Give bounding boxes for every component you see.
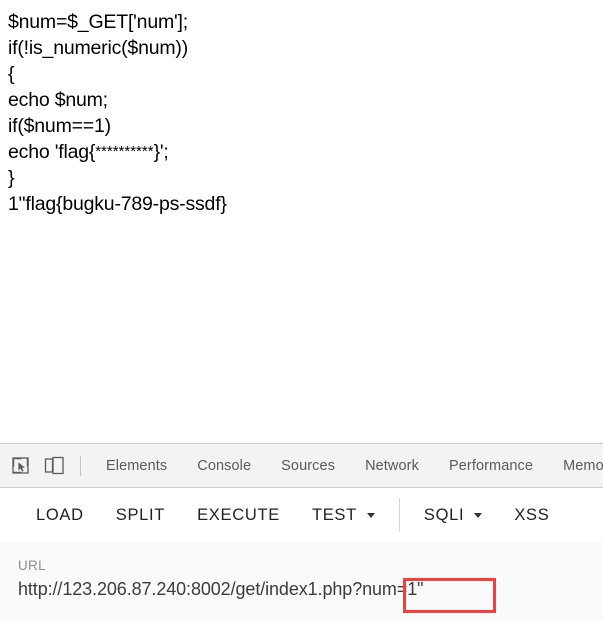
hackbar-load-label: LOAD — [36, 505, 84, 524]
inspect-element-icon[interactable] — [6, 452, 34, 480]
code-line: if($num==1) — [8, 115, 111, 137]
code-flag-mask: ********** — [95, 143, 154, 160]
devtools-tab-network[interactable]: Network — [350, 458, 434, 474]
devtools-tab-sources[interactable]: Sources — [266, 458, 350, 474]
toolbar-divider — [80, 455, 81, 476]
code-line: echo $num; — [8, 89, 108, 111]
code-line-flag-result: 1"flag{bugku-789-ps-ssdf} — [8, 193, 227, 215]
devtools-tab-memory[interactable]: Memory — [548, 458, 603, 474]
hackbar-xss-button[interactable]: XSS — [498, 506, 565, 525]
hackbar-split-label: SPLIT — [115, 505, 166, 524]
hackbar-url-panel: URL http://123.206.87.240:8002/get/index… — [0, 542, 603, 620]
devtools-tab-performance[interactable]: Performance — [434, 458, 548, 474]
hackbar-xss-label: XSS — [514, 505, 550, 524]
hackbar-sqli-button[interactable]: SQLI — [408, 506, 498, 525]
code-line: if(!is_numeric($num)) — [8, 37, 189, 59]
hackbar-load-button[interactable]: LOAD — [20, 506, 100, 525]
code-line: } — [8, 167, 15, 189]
chevron-down-icon — [366, 512, 375, 518]
browser-page-content: $num=$_GET['num']; if(!is_numeric($num))… — [0, 0, 603, 443]
hackbar-split-button[interactable]: SPLIT — [100, 506, 181, 525]
code-line-flag-masked: echo 'flag{**********}'; — [8, 139, 603, 165]
devtools-tab-bar: Elements Console Sources Network Perform… — [0, 443, 603, 488]
url-input[interactable]: http://123.206.87.240:8002/get/index1.ph… — [18, 579, 603, 600]
toolbar-divider — [398, 498, 400, 532]
hackbar-sqli-label: SQLI — [423, 505, 465, 524]
code-flag-prefix: echo 'flag{ — [8, 141, 96, 163]
code-flag-suffix: }'; — [153, 141, 169, 163]
hackbar-execute-label: EXECUTE — [197, 505, 280, 524]
devtools-tab-elements[interactable]: Elements — [91, 458, 182, 474]
hackbar-execute-button[interactable]: EXECUTE — [181, 506, 296, 525]
chevron-down-icon — [474, 512, 483, 518]
devtools-tab-console[interactable]: Console — [182, 458, 266, 474]
url-field-label: URL — [18, 558, 46, 573]
hackbar-test-button[interactable]: TEST — [296, 506, 391, 525]
code-line: $num=$_GET['num']; — [8, 11, 188, 33]
device-toolbar-icon[interactable] — [40, 452, 68, 480]
hackbar-test-label: TEST — [311, 505, 357, 524]
hackbar-action-toolbar: LOAD SPLIT EXECUTE TEST SQLI XSS — [0, 488, 603, 542]
code-line: { — [8, 63, 15, 85]
